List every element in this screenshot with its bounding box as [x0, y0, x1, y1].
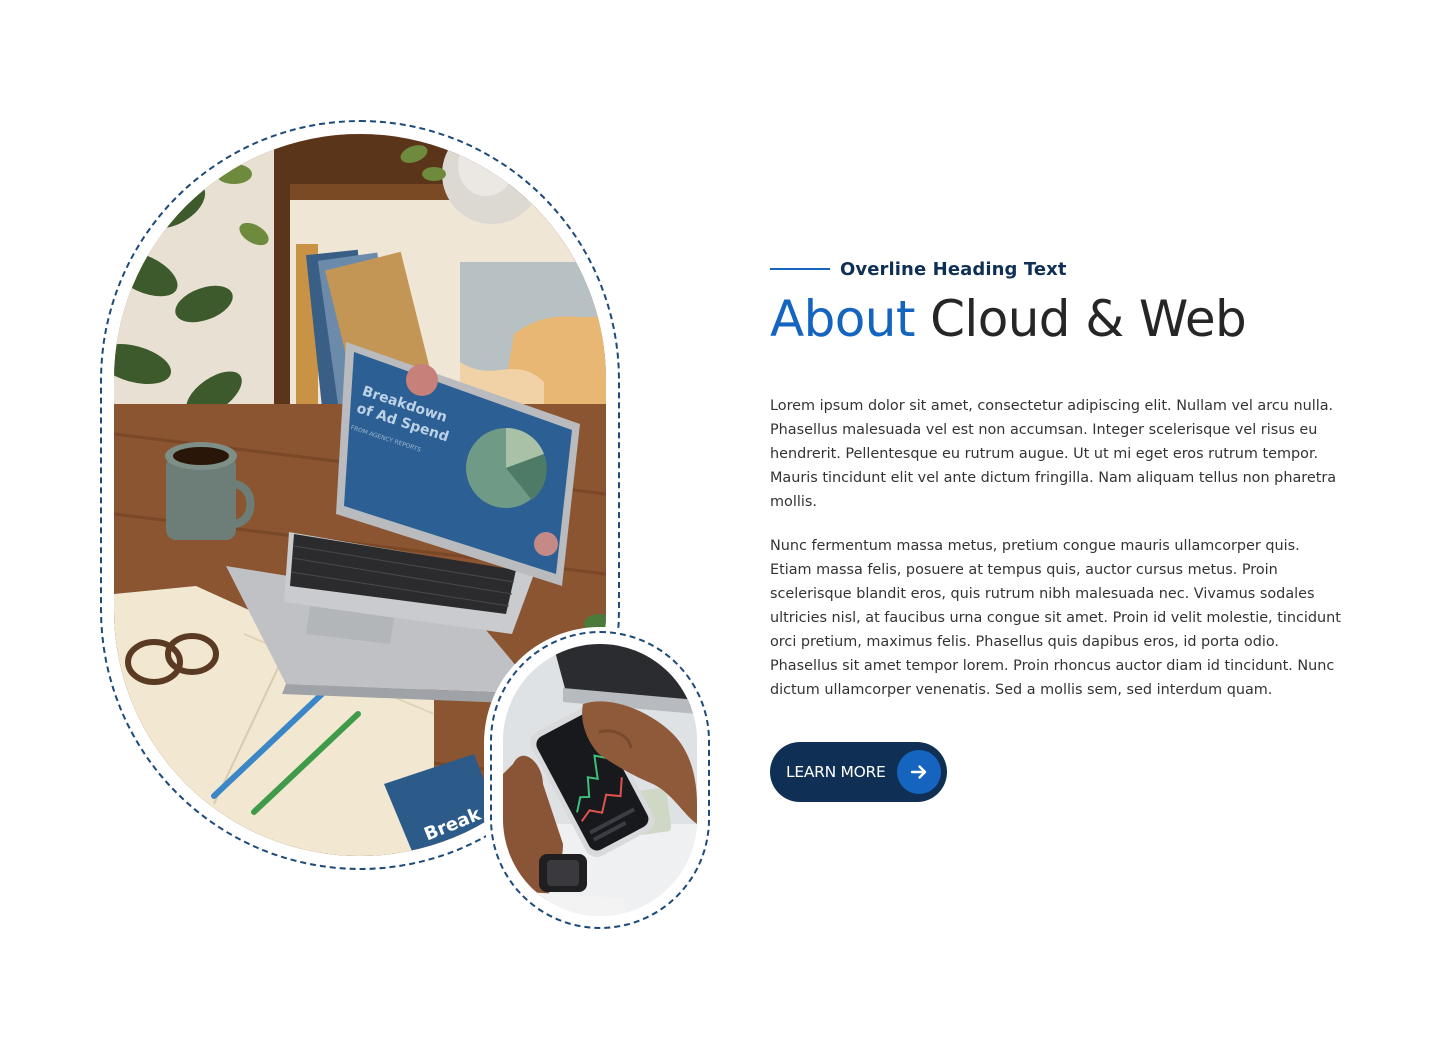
title-accent: About	[770, 290, 915, 348]
arrow-right-icon	[897, 750, 942, 794]
overline-heading: Overline Heading Text	[770, 252, 1350, 286]
phone-trading-photo	[503, 644, 697, 916]
body-paragraph-1: Lorem ipsum dolor sit amet, consectetur …	[770, 398, 1337, 510]
title-rest: Cloud & Web	[914, 290, 1247, 348]
section-title: About Cloud & Web	[770, 288, 1350, 350]
overline-text: Overline Heading Text	[840, 258, 1067, 280]
about-media: Break Breakdown of Ad Spend FROM AGENCY …	[0, 0, 740, 1051]
overline-rule	[770, 268, 830, 270]
learn-more-button[interactable]: LEARN MORE	[770, 742, 948, 802]
body-paragraph-2: Nunc fermentum massa metus, pretium cong…	[770, 538, 1341, 698]
about-content: Overline Heading Text About Cloud & Web …	[770, 252, 1350, 802]
learn-more-label: LEARN MORE	[786, 763, 886, 781]
